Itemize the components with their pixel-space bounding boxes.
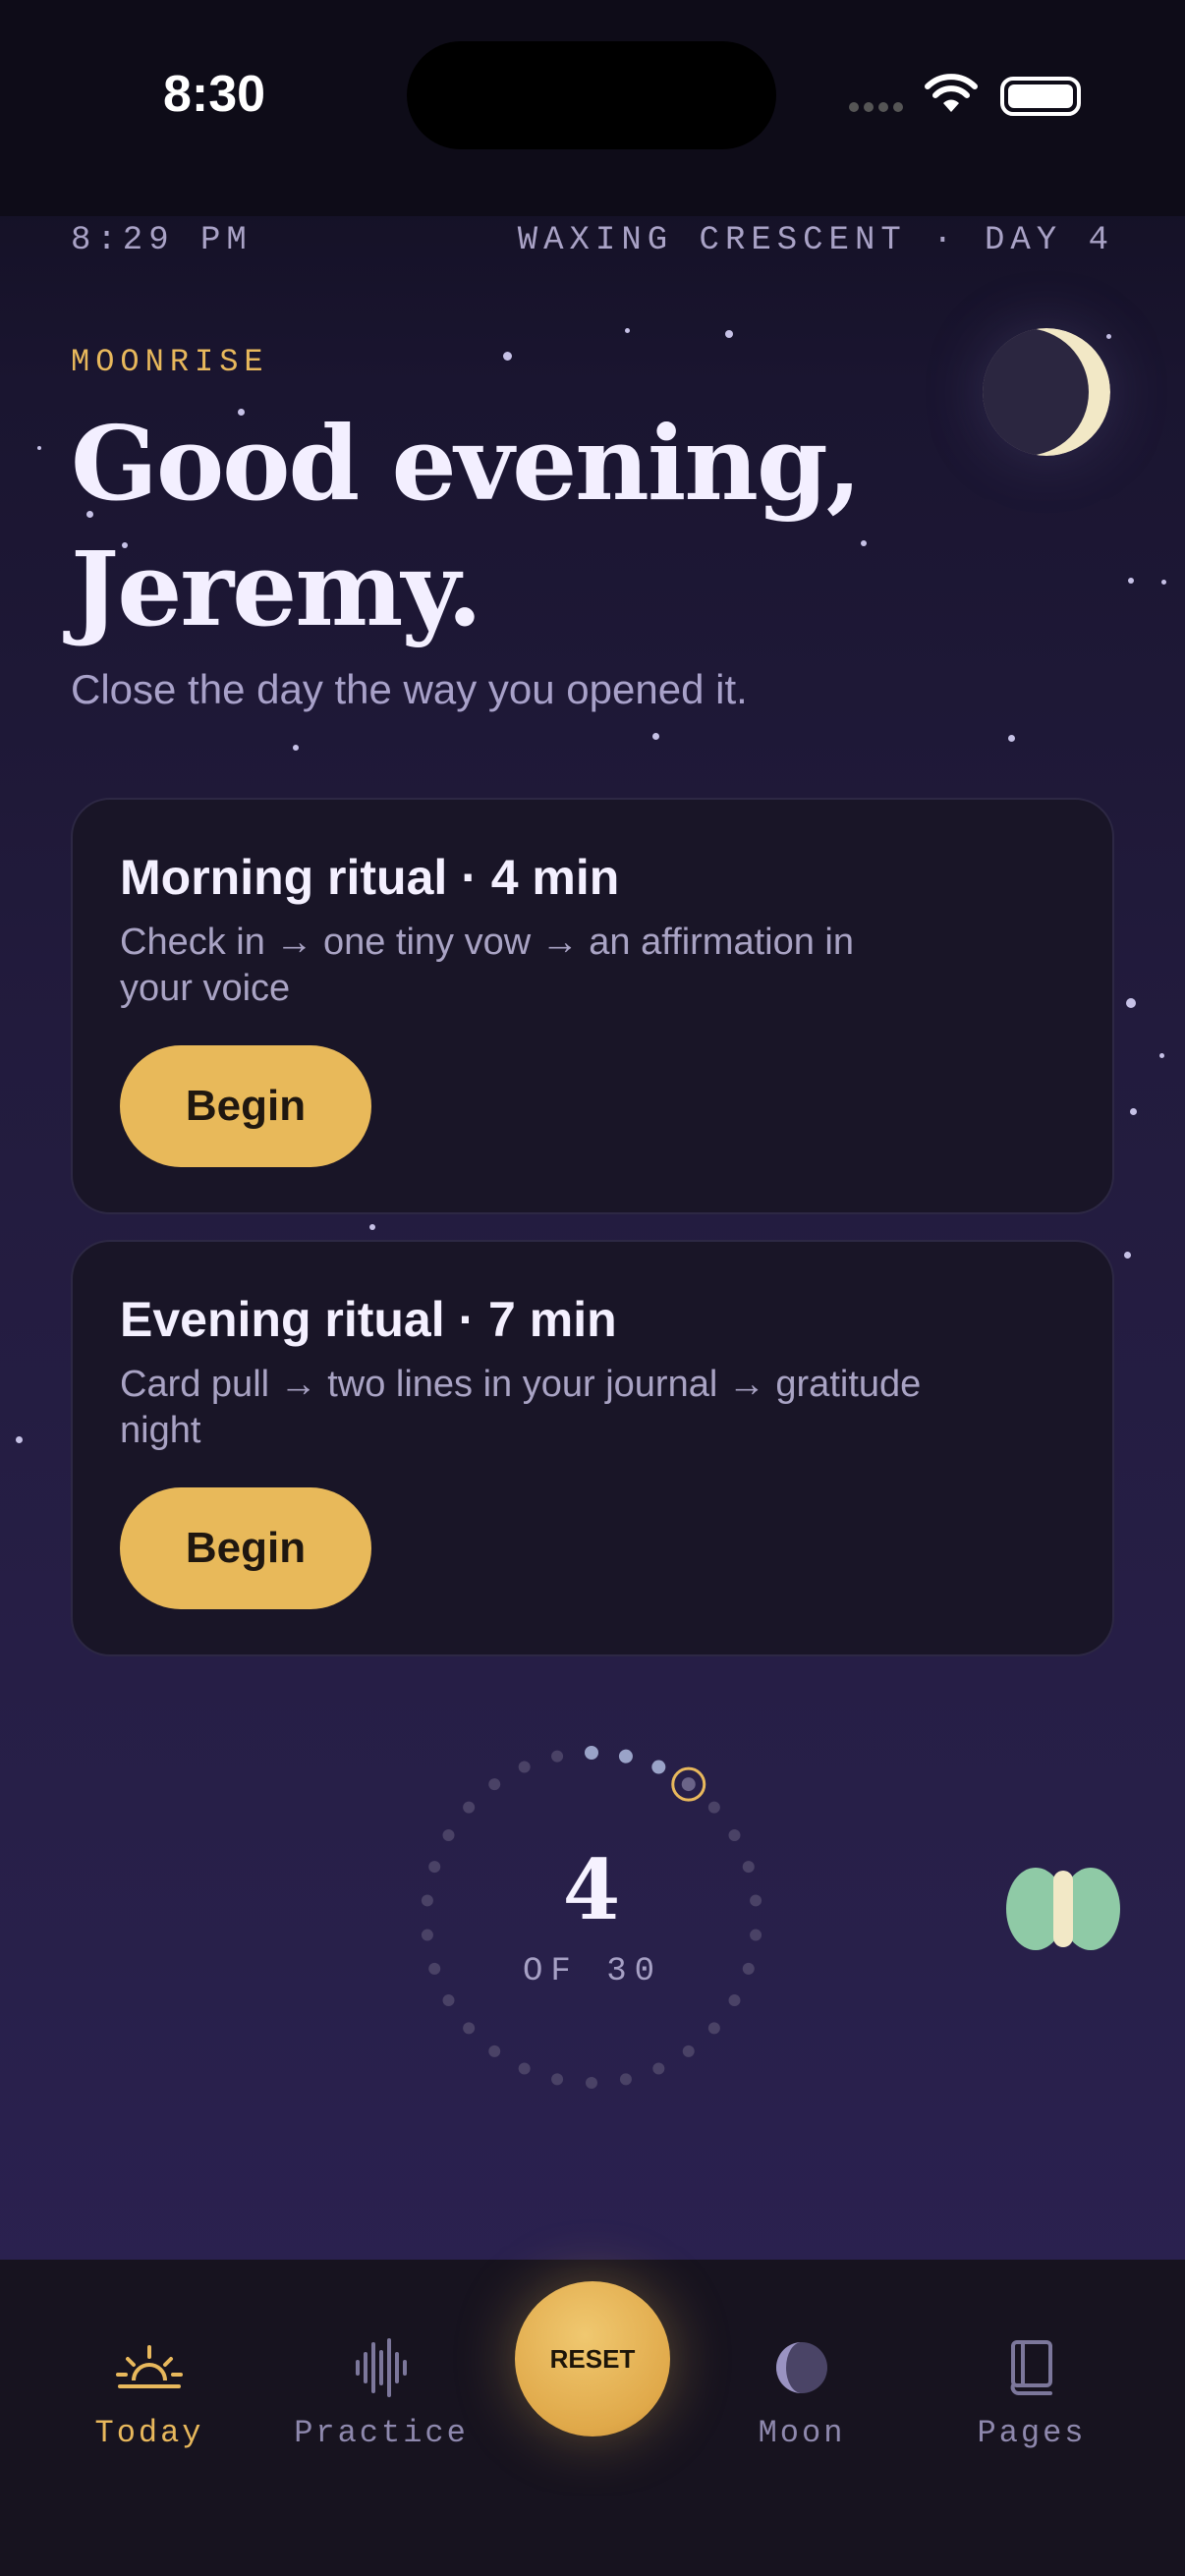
- ritual-title: Morning ritual · 4 min: [120, 850, 620, 905]
- moon-icon: [704, 2328, 900, 2407]
- dynamic-island: [407, 41, 776, 149]
- progress-dot: [442, 1994, 455, 2006]
- greeting-subtitle: Close the day the way you opened it.: [71, 666, 748, 712]
- progress-dot: [518, 1761, 531, 1773]
- progress-dot: [707, 2022, 720, 2035]
- evening-ritual-card[interactable]: Evening ritual · 7 min Card pull → two l…: [71, 1240, 1114, 1656]
- tab-moon[interactable]: Moon: [704, 2328, 900, 2451]
- tab-pages[interactable]: Pages: [933, 2328, 1130, 2451]
- ritual-description: Check in → one tiny vow → an affirmation…: [120, 922, 854, 1009]
- greeting-line-1: Good evening,: [71, 403, 862, 524]
- wifi-icon: [925, 74, 978, 112]
- moon-phase-label: WAXING CRESCENT · DAY 4: [517, 222, 1114, 259]
- progress-dot: [488, 2044, 501, 2057]
- progress-dot: [651, 1760, 666, 1774]
- reset-button[interactable]: RESET: [515, 2281, 670, 2436]
- greeting-heading: Good evening, Jeremy.: [71, 401, 955, 652]
- tab-today[interactable]: Today: [51, 2328, 248, 2451]
- progress-dot: [488, 1778, 501, 1791]
- greeting-line-2: Jeremy.: [71, 529, 482, 649]
- battery-icon: [1000, 77, 1081, 116]
- progress-total-label: OF 30: [522, 1953, 663, 1990]
- progress-dot: [619, 2073, 632, 2086]
- butterfly-icon[interactable]: [1004, 1865, 1122, 1953]
- progress-dot: [518, 2062, 531, 2075]
- begin-evening-ritual-button[interactable]: Begin: [120, 1487, 371, 1609]
- begin-morning-ritual-button[interactable]: Begin: [120, 1045, 371, 1167]
- tab-label: Pages: [977, 2415, 1087, 2451]
- tab-label: Practice: [294, 2415, 469, 2451]
- progress-dot: [728, 1829, 741, 1841]
- tab-label: Today: [94, 2415, 204, 2451]
- progress-dot: [682, 2044, 695, 2057]
- progress-current: 4: [562, 1841, 621, 1938]
- signal-icon: [849, 102, 903, 112]
- waveform-icon: [283, 2328, 480, 2407]
- progress-dot: [618, 1749, 633, 1764]
- ritual-title: Evening ritual · 7 min: [120, 1292, 617, 1347]
- header-time: 8:29 PM: [71, 222, 253, 259]
- sunrise-icon: [51, 2328, 248, 2407]
- progress-dot: [551, 1750, 564, 1763]
- header-row: 8:29 PM WAXING CRESCENT · DAY 4: [71, 222, 1114, 265]
- progress-dot: [551, 2073, 564, 2086]
- progress-dot: [728, 1994, 741, 2006]
- progress-dot: [463, 1801, 476, 1814]
- crescent-moon-icon: [983, 328, 1110, 456]
- tab-label: Moon: [758, 2415, 846, 2451]
- ritual-description: Card pull → two lines in your journal → …: [120, 1364, 922, 1451]
- status-time: 8:30: [163, 66, 266, 123]
- progress-dot: [585, 1746, 598, 1760]
- eyebrow-label: MOONRISE: [71, 344, 269, 380]
- morning-ritual-card[interactable]: Morning ritual · 4 min Check in → one ti…: [71, 798, 1114, 1214]
- tab-practice[interactable]: Practice: [283, 2328, 480, 2451]
- progress-dot: [707, 1801, 720, 1814]
- progress-dot: [652, 2062, 665, 2075]
- status-bar: 8:30: [0, 0, 1185, 216]
- book-icon: [933, 2328, 1130, 2407]
- progress-dot: [586, 2077, 597, 2089]
- progress-dot: [463, 2022, 476, 2035]
- progress-dot: [442, 1829, 455, 1841]
